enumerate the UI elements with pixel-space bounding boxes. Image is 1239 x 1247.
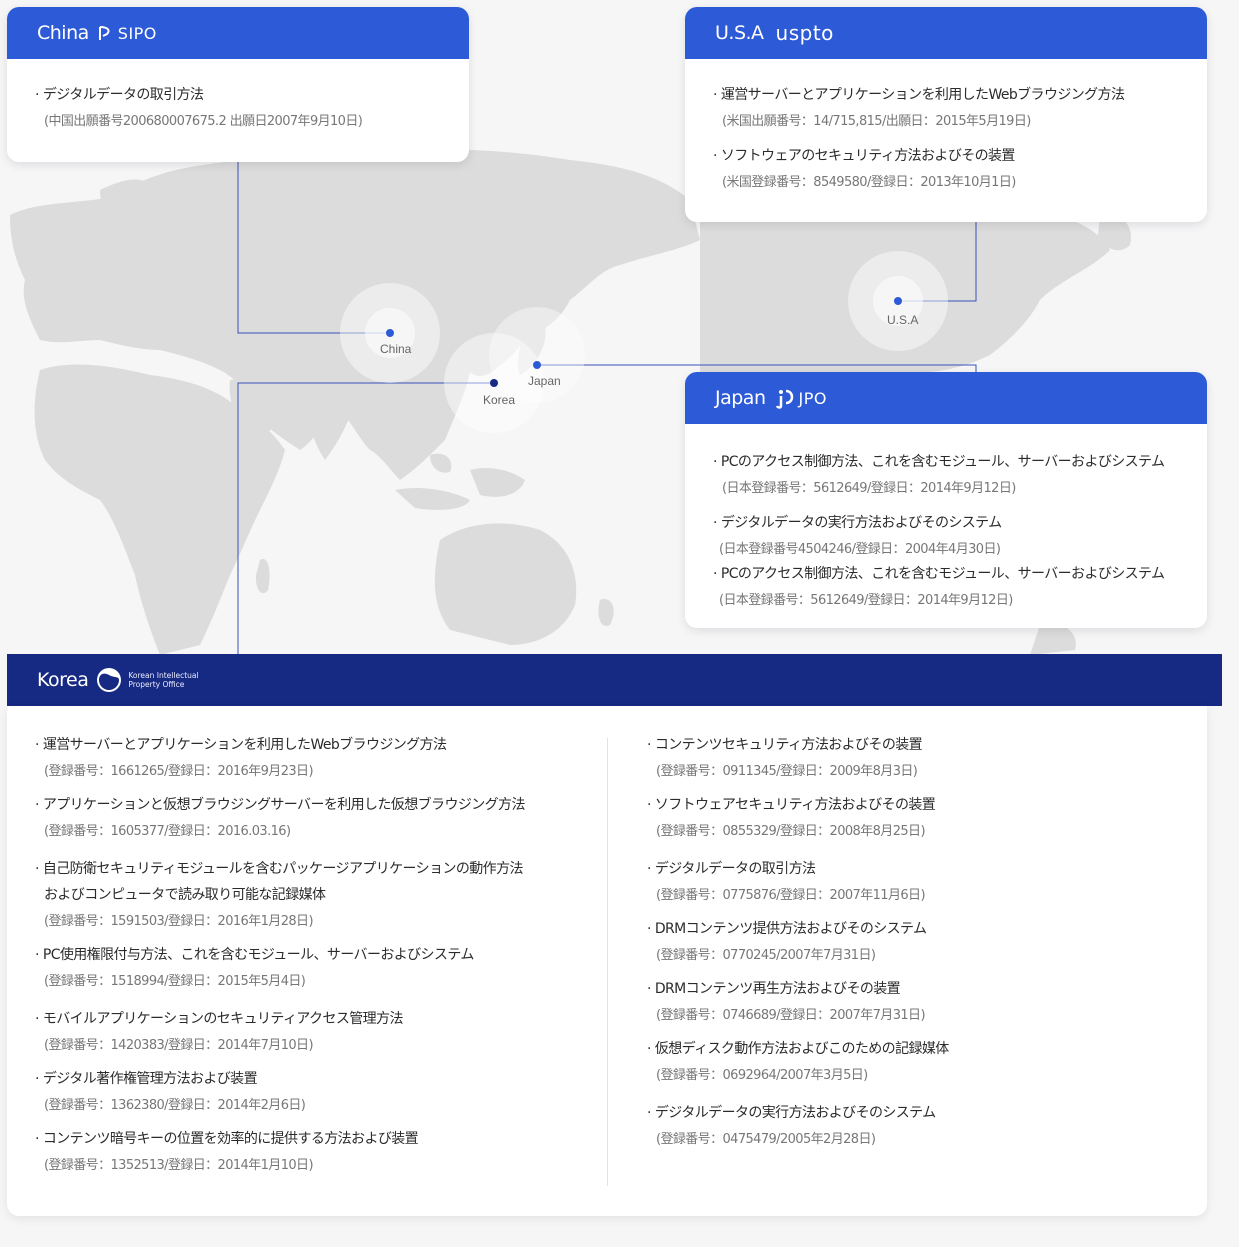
usa-country-name: U.S.A bbox=[715, 22, 764, 44]
korea-patent-item: · モバイルアプリケーションのセキュリティアクセス管理方法 (登録番号：14203… bbox=[35, 1006, 525, 1056]
jpo-office-name: JPO bbox=[798, 388, 827, 408]
china-country-name: China bbox=[37, 22, 89, 44]
patent-registration: (登録番号：1420383/登録日：2014年7月10日) bbox=[44, 1038, 314, 1053]
patent-registration: (登録番号：0911345/登録日：2009年8月3日) bbox=[656, 764, 918, 779]
patent-registration: (米国出願番号：14/715,815/出願日：2015年5月19日) bbox=[722, 114, 1031, 129]
korea-patent-item: · アプリケーションと仮想ブラウジングサーバーを利用した仮想ブラウジング方法 (登… bbox=[35, 792, 525, 842]
china-marker-dot[interactable] bbox=[386, 329, 394, 337]
patent-title: · アプリケーションと仮想ブラウジングサーバーを利用した仮想ブラウジング方法 bbox=[35, 797, 525, 813]
japan-marker-dot[interactable] bbox=[533, 361, 541, 369]
patent-registration: (日本登録番号：5612649/登録日：2014年9月12日) bbox=[722, 481, 1016, 496]
korea-patent-item: · ソフトウェアセキュリティ方法およびその装置 (登録番号：0855329/登録日… bbox=[647, 792, 949, 842]
patent-title: · デジタルデータの実行方法およびそのシステム bbox=[713, 515, 1002, 531]
korea-patent-item: · デジタルデータの取引方法 (登録番号：0775876/登録日：2007年11月… bbox=[647, 856, 949, 906]
sipo-logo: SIPO bbox=[97, 24, 157, 43]
patent-registration: (登録番号：1661265/登録日：2016年9月23日) bbox=[44, 764, 314, 779]
jpo-logo: JPO bbox=[774, 387, 827, 409]
korea-patent-item: · コンテンツ暗号キーの位置を効率的に提供する方法および装置 (登録番号：1352… bbox=[35, 1126, 525, 1176]
patent-title: · ソフトウェアセキュリティ方法およびその装置 bbox=[647, 797, 936, 813]
japan-country-name: Japan bbox=[715, 387, 766, 409]
patent-title: · コンテンツセキュリティ方法およびその装置 bbox=[647, 737, 923, 753]
patent-title: · 運営サーバーとアプリケーションを利用したWebブラウジング方法 bbox=[713, 87, 1125, 103]
korea-patent-item: · DRMコンテンツ再生方法およびその装置 (登録番号：0746689/登録日：2… bbox=[647, 976, 949, 1026]
korea-patent-item: · デジタルデータの実行方法およびそのシステム (登録番号：0475479/200… bbox=[647, 1100, 949, 1150]
patent-registration: (中国出願番号200680007675.2 出願日2007年9月10日) bbox=[44, 114, 363, 129]
patent-title-line2: およびコンピュータで読み取り可能な記録媒体 bbox=[44, 887, 326, 903]
japan-card: Japan JPO · PCのアクセス制御方法、これを含むモジュール、サーバーおよ… bbox=[685, 372, 1207, 628]
column-divider bbox=[607, 738, 608, 1186]
patent-registration: (登録番号：0855329/登録日：2008年8月25日) bbox=[656, 824, 926, 839]
usa-card: U.S.A uspto · 運営サーバーとアプリケーションを利用したWebブラウジ… bbox=[685, 7, 1207, 222]
patent-title: · 運営サーバーとアプリケーションを利用したWebブラウジング方法 bbox=[35, 737, 447, 753]
patent-title: · デジタルデータの取引方法 bbox=[35, 87, 204, 103]
japan-marker-label: Japan bbox=[528, 374, 561, 388]
patent-registration: (登録番号：1352513/登録日：2014年1月10日) bbox=[44, 1158, 314, 1173]
patent-registration: (日本登録番号：5612649/登録日：2014年9月12日) bbox=[719, 593, 1013, 608]
jpo-emblem-icon bbox=[775, 389, 793, 409]
patent-title: · PCのアクセス制御方法、これを含むモジュール、サーバーおよびシステム bbox=[713, 454, 1165, 470]
usa-marker-dot[interactable] bbox=[894, 297, 902, 305]
sipo-emblem-icon bbox=[98, 26, 110, 40]
korea-patent-item: · デジタル著作権管理方法および装置 (登録番号：1362380/登録日：2014… bbox=[35, 1066, 525, 1116]
china-marker-label: China bbox=[380, 342, 412, 356]
patent-registration: (登録番号：0746689/登録日：2007年7月31日) bbox=[656, 1008, 926, 1023]
patent-registration: (登録番号：1591503/登録日：2016年1月28日) bbox=[44, 914, 314, 929]
patent-registration: (米国登録番号：8549580/登録日：2013年10月1日) bbox=[722, 175, 1016, 190]
japan-patent-item: · デジタルデータの実行方法およびそのシステム (日本登録番号4504246/登録… bbox=[713, 513, 1195, 560]
uspto-logo: uspto bbox=[775, 21, 834, 45]
sipo-office-name: SIPO bbox=[117, 23, 157, 43]
korea-patent-item: · PC使用権限付与方法、これを含むモジュール、サーバーおよびシステム (登録番号… bbox=[35, 942, 525, 992]
patent-registration: (登録番号：1605377/登録日：2016.03.16) bbox=[44, 824, 291, 839]
patent-registration: (登録番号：1518994/登録日：2015年5月4日) bbox=[44, 974, 306, 989]
korea-marker-dot[interactable] bbox=[490, 379, 498, 387]
china-patent-item: · デジタルデータの取引方法 (中国出願番号200680007675.2 出願日2… bbox=[35, 85, 457, 132]
patent-title: · デジタルデータの実行方法およびそのシステム bbox=[647, 1105, 936, 1121]
japan-patent-item: · PCのアクセス制御方法、これを含むモジュール、サーバーおよびシステム (日本登… bbox=[713, 452, 1195, 499]
patent-registration: (登録番号：0475479/2005年2月28日) bbox=[656, 1132, 876, 1147]
patent-registration: (日本登録番号4504246/登録日：2004年4月30日) bbox=[719, 542, 1001, 557]
japan-patent-item: · PCのアクセス制御方法、これを含むモジュール、サーバーおよびシステム (日本登… bbox=[713, 564, 1195, 611]
korea-right-column: · コンテンツセキュリティ方法およびその装置 (登録番号：0911345/登録日：… bbox=[647, 732, 949, 1160]
china-card: China SIPO · デジタルデータの取引方法 (中国出願番号20068000… bbox=[7, 7, 469, 162]
patent-title: · 仮想ディスク動作方法およびこのための記録媒体 bbox=[647, 1041, 949, 1057]
kipo-taegeuk-icon bbox=[97, 668, 122, 692]
patent-title: · 自己防衛セキュリティモジュールを含むパッケージアプリケーションの動作方法 bbox=[35, 861, 523, 877]
patent-title: · モバイルアプリケーションのセキュリティアクセス管理方法 bbox=[35, 1011, 403, 1027]
usa-card-header: U.S.A uspto bbox=[685, 7, 1207, 59]
patent-title: · PC使用権限付与方法、これを含むモジュール、サーバーおよびシステム bbox=[35, 947, 474, 963]
patent-title: · デジタルデータの取引方法 bbox=[647, 861, 816, 877]
korea-card-header: Korea Korean Intellectual Property Offic… bbox=[7, 654, 1222, 706]
patent-title: · DRMコンテンツ再生方法およびその装置 bbox=[647, 981, 901, 997]
usa-patent-item: · 運営サーバーとアプリケーションを利用したWebブラウジング方法 (米国出願番号… bbox=[713, 85, 1195, 132]
usa-patent-item: · ソフトウェアのセキュリティ方法およびその装置 (米国登録番号：8549580/… bbox=[713, 146, 1195, 193]
korea-card-body: · 運営サーバーとアプリケーションを利用したWebブラウジング方法 (登録番号：1… bbox=[7, 706, 1207, 1216]
korea-patent-item: · DRMコンテンツ提供方法およびそのシステム (登録番号：0770245/200… bbox=[647, 916, 949, 966]
patent-registration: (登録番号：0770245/2007年7月31日) bbox=[656, 948, 876, 963]
korea-patent-item: · 自己防衛セキュリティモジュールを含むパッケージアプリケーションの動作方法 およ… bbox=[35, 856, 525, 932]
patent-title: · DRMコンテンツ提供方法およびそのシステム bbox=[647, 921, 927, 937]
japan-card-header: Japan JPO bbox=[685, 372, 1207, 424]
korea-patent-item: · コンテンツセキュリティ方法およびその装置 (登録番号：0911345/登録日：… bbox=[647, 732, 949, 782]
korea-country-name: Korea bbox=[37, 669, 89, 691]
korea-patent-item: · 仮想ディスク動作方法およびこのための記録媒体 (登録番号：0692964/20… bbox=[647, 1036, 949, 1086]
korea-marker-label: Korea bbox=[483, 393, 515, 407]
patent-registration: (登録番号：0775876/登録日：2007年11月6日) bbox=[656, 888, 926, 903]
usa-marker-label: U.S.A bbox=[887, 313, 918, 327]
patent-registration: (登録番号：1362380/登録日：2014年2月6日) bbox=[44, 1098, 306, 1113]
patent-title: · PCのアクセス制御方法、これを含むモジュール、サーバーおよびシステム bbox=[713, 566, 1165, 582]
patent-title: · コンテンツ暗号キーの位置を効率的に提供する方法および装置 bbox=[35, 1131, 419, 1147]
patent-title: · デジタル著作権管理方法および装置 bbox=[35, 1071, 258, 1087]
kipo-office-name: Korean Intellectual Property Office bbox=[128, 671, 199, 689]
china-card-header: China SIPO bbox=[7, 7, 469, 59]
korea-left-column: · 運営サーバーとアプリケーションを利用したWebブラウジング方法 (登録番号：1… bbox=[35, 732, 525, 1186]
patent-registration: (登録番号：0692964/2007年3月5日) bbox=[656, 1068, 868, 1083]
korea-patent-item: · 運営サーバーとアプリケーションを利用したWebブラウジング方法 (登録番号：1… bbox=[35, 732, 525, 782]
patent-title: · ソフトウェアのセキュリティ方法およびその装置 bbox=[713, 148, 1015, 164]
